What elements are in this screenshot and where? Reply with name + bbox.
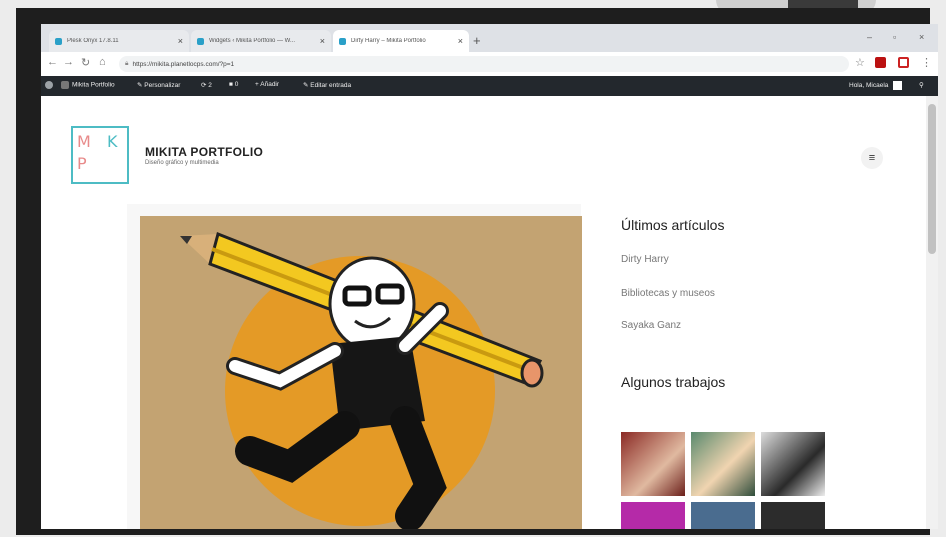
tab-bar: Plesk Onyx 17.8.11 × Widgets ‹ Mikita Po… bbox=[41, 24, 938, 52]
logo-letter: K bbox=[107, 132, 118, 151]
avatar bbox=[893, 81, 903, 90]
tab-title: Plesk Onyx 17.8.11 bbox=[67, 38, 119, 44]
monitor-frame: Plesk Onyx 17.8.11 × Widgets ‹ Mikita Po… bbox=[16, 8, 938, 535]
close-icon[interactable]: × bbox=[178, 36, 183, 46]
page-scrollbar[interactable] bbox=[926, 96, 938, 529]
extension-bag-icon[interactable] bbox=[898, 57, 909, 68]
recent-post-link[interactable]: Sayaka Ganz bbox=[621, 320, 681, 331]
works-gallery bbox=[621, 432, 836, 529]
gallery-thumbnail[interactable] bbox=[621, 432, 685, 496]
url-text: https://mikita.planetlocps.com/?p=1 bbox=[132, 60, 235, 68]
close-icon[interactable]: × bbox=[320, 36, 325, 46]
recent-post-link[interactable]: Bibliotecas y museos bbox=[621, 288, 715, 299]
admin-new[interactable]: + Añadir bbox=[255, 81, 279, 88]
admin-edit-post[interactable]: ✎ Editar entrada bbox=[303, 81, 351, 89]
site-description: Diseño gráfico y multimedia bbox=[145, 160, 219, 166]
close-window-icon[interactable]: × bbox=[919, 32, 924, 42]
reload-icon[interactable]: ↻ bbox=[81, 56, 90, 69]
address-bar-row: ← → ↻ ⌂ 🔒︎ https://mikita.planetlocps.co… bbox=[41, 52, 938, 77]
admin-customize[interactable]: ✎ Personalizar bbox=[137, 81, 180, 89]
site-logo[interactable]: M K P bbox=[71, 126, 129, 184]
extension-pdf-icon[interactable] bbox=[875, 57, 886, 68]
admin-comments[interactable]: ■ 0 bbox=[229, 81, 238, 88]
home-icon[interactable]: ⌂ bbox=[99, 56, 106, 68]
tab-plesk[interactable]: Plesk Onyx 17.8.11 × bbox=[49, 30, 189, 52]
wp-admin-bar: Mikita Portfolio ✎ Personalizar ⟳ 2 ■ 0 … bbox=[41, 76, 938, 96]
forward-icon[interactable]: → bbox=[63, 56, 74, 68]
wordpress-favicon-icon bbox=[197, 37, 204, 45]
bookmark-star-icon[interactable]: ☆ bbox=[855, 56, 865, 69]
gallery-thumbnail[interactable] bbox=[761, 432, 825, 496]
search-icon[interactable]: ⚲ bbox=[919, 81, 924, 89]
hamburger-icon: ≡ bbox=[868, 152, 876, 164]
logo-letter: M bbox=[77, 132, 91, 151]
works-heading: Algunos trabajos bbox=[621, 374, 726, 390]
url-field[interactable]: 🔒︎ https://mikita.planetlocps.com/?p=1 bbox=[119, 56, 849, 72]
page-content: M K P MIKITA PORTFOLIO Diseño gráfico y … bbox=[41, 96, 926, 529]
logo-letter: P bbox=[77, 154, 87, 173]
back-icon[interactable]: ← bbox=[47, 56, 58, 68]
minimize-icon[interactable]: – bbox=[867, 32, 872, 42]
recent-posts-heading: Últimos artículos bbox=[621, 217, 725, 233]
tab-widgets[interactable]: Widgets ‹ Mikita Portfolio — W... × bbox=[191, 30, 331, 52]
browser-menu-icon[interactable]: ⋮ bbox=[921, 56, 932, 69]
menu-toggle-button[interactable]: ≡ bbox=[861, 147, 883, 169]
gallery-thumbnail[interactable] bbox=[621, 502, 685, 529]
lock-icon: 🔒︎ bbox=[125, 60, 129, 67]
browser-window: Plesk Onyx 17.8.11 × Widgets ‹ Mikita Po… bbox=[41, 24, 938, 529]
scrollbar-thumb[interactable] bbox=[928, 104, 936, 254]
admin-site-name[interactable]: Mikita Portfolio bbox=[61, 81, 115, 89]
tab-title: Dirty Harry – Mikita Portfolio bbox=[351, 38, 426, 44]
wordpress-favicon-icon bbox=[339, 37, 346, 45]
admin-greeting[interactable]: Hola, Micaela bbox=[849, 81, 903, 90]
pencil-character-illustration bbox=[140, 216, 582, 529]
site-title[interactable]: MIKITA PORTFOLIO bbox=[145, 145, 263, 159]
close-icon[interactable]: × bbox=[458, 36, 463, 46]
plesk-favicon-icon bbox=[55, 37, 62, 45]
maximize-icon[interactable]: ▫ bbox=[893, 32, 896, 42]
home-icon bbox=[61, 81, 69, 89]
new-tab-icon[interactable]: + bbox=[473, 33, 481, 48]
gallery-thumbnail[interactable] bbox=[761, 502, 825, 529]
gallery-thumbnail[interactable] bbox=[691, 502, 755, 529]
featured-image[interactable] bbox=[140, 216, 582, 529]
tab-dirty-harry[interactable]: Dirty Harry – Mikita Portfolio × bbox=[333, 30, 469, 52]
gallery-thumbnail[interactable] bbox=[691, 432, 755, 496]
admin-updates[interactable]: ⟳ 2 bbox=[201, 81, 212, 89]
recent-post-link[interactable]: Dirty Harry bbox=[621, 254, 669, 265]
wordpress-logo-icon[interactable] bbox=[45, 81, 56, 89]
tab-title: Widgets ‹ Mikita Portfolio — W... bbox=[209, 38, 296, 44]
